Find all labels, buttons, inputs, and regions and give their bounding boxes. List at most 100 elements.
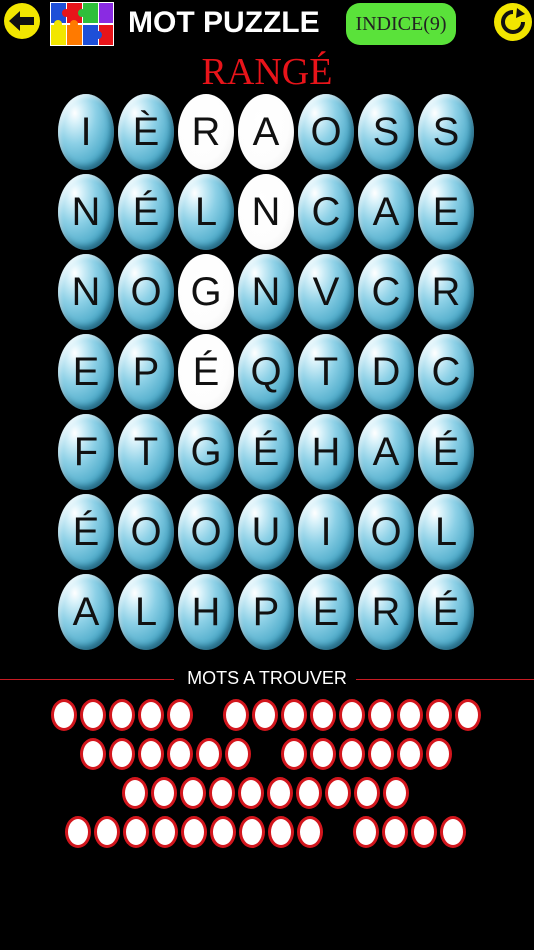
letter: Q (250, 349, 282, 394)
letter-cell[interactable]: C (298, 174, 354, 250)
letter-slot (196, 738, 222, 770)
letter: N (71, 269, 101, 314)
refresh-icon (501, 8, 525, 34)
letter-cell[interactable]: I (298, 494, 354, 570)
letter-cell[interactable]: É (178, 334, 234, 410)
letter-cell[interactable]: É (238, 414, 294, 490)
letter-cell[interactable]: P (238, 574, 294, 650)
letter-cell[interactable]: E (418, 174, 474, 250)
letter-slot (411, 816, 437, 848)
letter-slot (310, 738, 336, 770)
letter-slot (267, 777, 293, 809)
letter-cell[interactable]: P (118, 334, 174, 410)
letter-slot (238, 777, 264, 809)
letter: É (432, 429, 460, 474)
letter-slot (426, 738, 452, 770)
letter-cell[interactable]: É (118, 174, 174, 250)
letter: R (371, 589, 401, 634)
letter: P (252, 589, 280, 634)
letter-cell[interactable]: A (358, 174, 414, 250)
letter-cell[interactable]: A (238, 94, 294, 170)
letter-cell[interactable]: Q (238, 334, 294, 410)
letter: A (372, 429, 400, 474)
letter-cell[interactable]: O (358, 494, 414, 570)
letter-cell[interactable]: O (178, 494, 234, 570)
letter: É (132, 189, 160, 234)
letter: G (190, 429, 222, 474)
letter-cell[interactable]: A (58, 574, 114, 650)
letter-cell[interactable]: E (298, 574, 354, 650)
letter-cell[interactable]: S (358, 94, 414, 170)
letter-cell[interactable]: R (178, 94, 234, 170)
letter-cell[interactable]: A (358, 414, 414, 490)
letter: H (311, 429, 341, 474)
letter-cell[interactable]: L (178, 174, 234, 250)
letter-slot (325, 777, 351, 809)
letter-cell[interactable]: C (418, 334, 474, 410)
letter-cell[interactable]: R (418, 254, 474, 330)
letter-cell[interactable]: O (118, 254, 174, 330)
letter: O (190, 509, 222, 554)
letter-slot (138, 699, 164, 731)
letter-cell[interactable]: C (358, 254, 414, 330)
letter-slot (397, 699, 423, 731)
letter-cell[interactable]: G (178, 254, 234, 330)
letter-cell[interactable]: H (298, 414, 354, 490)
letter-slot (167, 699, 193, 731)
letter: E (312, 589, 340, 634)
letter-cell[interactable]: R (358, 574, 414, 650)
letter-slot (109, 699, 135, 731)
letter: S (372, 109, 400, 154)
hint-button[interactable]: INDICE(9) (346, 3, 456, 45)
words-to-find-label: MOTS A TROUVER (187, 668, 347, 688)
letter-slot (252, 699, 278, 731)
letter-cell[interactable]: È (118, 94, 174, 170)
letter-cell[interactable]: T (298, 334, 354, 410)
letter-cell[interactable]: O (298, 94, 354, 170)
letter-slot (65, 816, 91, 848)
letter: É (72, 509, 100, 554)
letter-slot (210, 816, 236, 848)
letter-cell[interactable]: O (118, 494, 174, 570)
letter-slot (138, 738, 164, 770)
letter-slot (225, 738, 251, 770)
letter-cell[interactable]: N (58, 174, 114, 250)
letter-cell[interactable]: L (118, 574, 174, 650)
letter-cell[interactable]: I (58, 94, 114, 170)
letter: L (134, 589, 158, 634)
letter-cell[interactable]: L (418, 494, 474, 570)
letter: A (252, 109, 280, 154)
letter-cell[interactable]: H (178, 574, 234, 650)
letter-cell[interactable]: É (418, 414, 474, 490)
letter-cell[interactable]: F (58, 414, 114, 490)
letter-grid: IÈRAOSSNÉLNCAENOGNVCREPÉQTDCFTGÉHAÉÉOOUI… (58, 94, 476, 654)
letter: O (370, 509, 402, 554)
letter-cell[interactable]: U (238, 494, 294, 570)
letter-slot (123, 816, 149, 848)
letter: T (313, 349, 339, 394)
letter: É (432, 589, 460, 634)
letter-cell[interactable]: G (178, 414, 234, 490)
letter-cell[interactable]: D (358, 334, 414, 410)
back-button[interactable] (4, 3, 40, 39)
letter-cell[interactable]: T (118, 414, 174, 490)
letter-cell[interactable]: É (418, 574, 474, 650)
letter: C (371, 269, 401, 314)
letter-slot (109, 738, 135, 770)
letter: C (311, 189, 341, 234)
letter-cell[interactable]: E (58, 334, 114, 410)
letter-cell[interactable]: N (238, 254, 294, 330)
letter-cell[interactable]: N (238, 174, 294, 250)
letter-cell[interactable]: S (418, 94, 474, 170)
reload-button[interactable] (494, 3, 532, 41)
letter-cell[interactable]: V (298, 254, 354, 330)
letter: A (72, 589, 100, 634)
letter-slot (94, 816, 120, 848)
letter: O (310, 109, 342, 154)
letter-cell[interactable]: N (58, 254, 114, 330)
letter-slot (426, 699, 452, 731)
letter-slot (383, 777, 409, 809)
letter: T (133, 429, 159, 474)
letter-slot (339, 738, 365, 770)
letter-cell[interactable]: É (58, 494, 114, 570)
